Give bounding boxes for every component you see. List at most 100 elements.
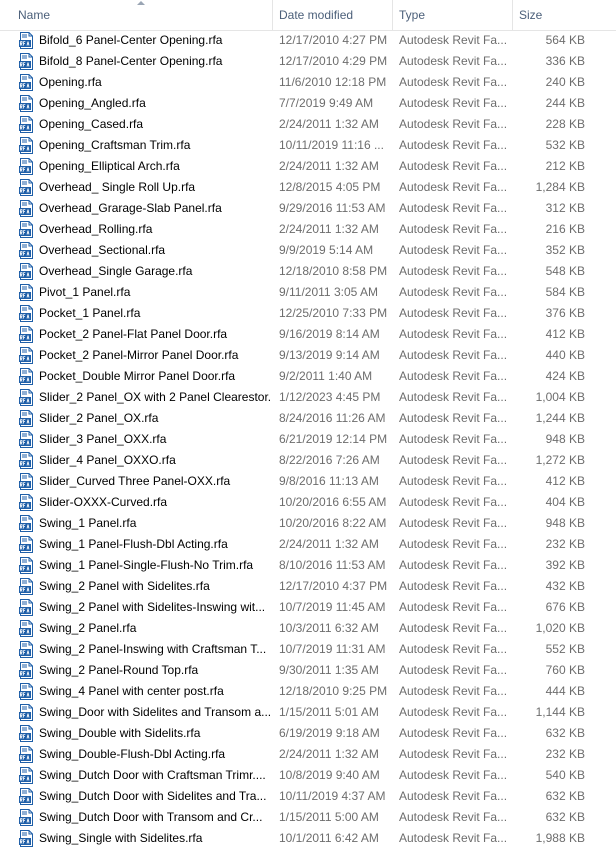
file-type: Autodesk Revit Fa... <box>399 726 508 740</box>
file-size: 948 KB <box>545 432 585 446</box>
file-type: Autodesk Revit Fa... <box>399 831 508 845</box>
file-date-modified: 10/8/2019 9:40 AM <box>279 768 380 782</box>
file-size: 376 KB <box>545 306 585 320</box>
file-name: Pocket_2 Panel-Mirror Panel Door.rfa <box>39 348 239 362</box>
file-size: 540 KB <box>545 768 585 782</box>
file-row[interactable]: Swing_2 Panel-Round Top.rfa 9/30/2011 1:3… <box>0 660 616 681</box>
rfa-file-icon <box>19 641 34 658</box>
file-row[interactable]: Pivot_1 Panel.rfa 9/11/2011 3:05 AM Autode… <box>0 282 616 303</box>
file-name: Pocket_2 Panel-Flat Panel Door.rfa <box>39 327 228 341</box>
file-date-modified: 2/24/2011 1:32 AM <box>279 747 379 761</box>
column-header-size[interactable]: Size <box>513 0 616 30</box>
file-row[interactable]: Overhead_ Single Roll Up.rfa 12/8/2015 4:… <box>0 177 616 198</box>
file-size: 212 KB <box>545 159 585 173</box>
file-name: Pivot_1 Panel.rfa <box>39 285 131 299</box>
file-row[interactable]: Overhead_Grarage-Slab Panel.rfa 9/29/2016… <box>0 198 616 219</box>
file-type: Autodesk Revit Fa... <box>399 117 508 131</box>
file-size: 760 KB <box>545 663 585 677</box>
file-row[interactable]: Swing_Single with Sidelites.rfa 10/1/2011… <box>0 828 616 849</box>
file-type: Autodesk Revit Fa... <box>399 96 508 110</box>
file-row[interactable]: Swing_1 Panel-Single-Flush-No Trim.rfa 8/… <box>0 555 616 576</box>
rfa-file-icon <box>19 473 34 490</box>
rfa-file-icon <box>19 200 34 217</box>
file-row[interactable]: Opening_Elliptical Arch.rfa 2/24/2011 1:3… <box>0 156 616 177</box>
file-row[interactable]: Slider_2 Panel_OX.rfa 8/24/2016 11:26 AM A… <box>0 408 616 429</box>
file-name: Swing_1 Panel.rfa <box>39 516 137 530</box>
file-type: Autodesk Revit Fa... <box>399 159 508 173</box>
file-row[interactable]: Overhead_Single Garage.rfa 12/18/2010 8:5… <box>0 261 616 282</box>
file-type: Autodesk Revit Fa... <box>399 810 508 824</box>
file-name: Slider_2 Panel_OX with 2 Panel Clearesto… <box>39 390 271 404</box>
rfa-file-icon <box>19 263 34 280</box>
file-row[interactable]: Pocket_2 Panel-Flat Panel Door.rfa 9/16/2… <box>0 324 616 345</box>
file-name: Swing_4 Panel with center post.rfa <box>39 684 224 698</box>
file-date-modified: 10/1/2011 6:42 AM <box>279 831 379 845</box>
file-size: 552 KB <box>545 642 585 656</box>
file-row[interactable]: Slider_Curved Three Panel-OXX.rfa 9/8/201… <box>0 471 616 492</box>
file-size: 1,988 KB <box>535 831 585 845</box>
file-row[interactable]: Bifold_6 Panel-Center Opening.rfa 12/17/2… <box>0 30 616 51</box>
file-type: Autodesk Revit Fa... <box>399 537 508 551</box>
file-size: 1,244 KB <box>535 411 585 425</box>
file-date-modified: 9/29/2016 11:53 AM <box>279 201 386 215</box>
file-row[interactable]: Slider_4 Panel_OXXO.rfa 8/22/2016 7:26 AM… <box>0 450 616 471</box>
file-row[interactable]: Swing_2 Panel.rfa 10/3/2011 6:32 AM Autode… <box>0 618 616 639</box>
file-row[interactable]: Swing_2 Panel with Sidelites.rfa 12/17/20… <box>0 576 616 597</box>
file-size: 1,004 KB <box>535 390 585 404</box>
rfa-file-icon <box>19 620 34 637</box>
file-type: Autodesk Revit Fa... <box>399 705 508 719</box>
file-type: Autodesk Revit Fa... <box>399 327 508 341</box>
file-date-modified: 2/24/2011 1:32 AM <box>279 222 379 236</box>
file-row[interactable]: Slider_3 Panel_OXX.rfa 6/21/2019 12:14 PM… <box>0 429 616 450</box>
file-name: Swing_Dutch Door with Sidelites and Tra.… <box>39 789 267 803</box>
file-type: Autodesk Revit Fa... <box>399 558 508 572</box>
file-row[interactable]: Swing_Dutch Door with Craftsman Trimr...… <box>0 765 616 786</box>
file-date-modified: 12/17/2010 4:37 PM <box>279 579 388 593</box>
file-row[interactable]: Pocket_2 Panel-Mirror Panel Door.rfa 9/13… <box>0 345 616 366</box>
file-row[interactable]: Pocket_1 Panel.rfa 12/25/2010 7:33 PM Auto… <box>0 303 616 324</box>
rfa-file-icon <box>19 284 34 301</box>
file-size: 632 KB <box>545 789 585 803</box>
column-header-name[interactable]: Name <box>0 0 273 30</box>
file-row[interactable]: Swing_2 Panel-Inswing with Craftsman T..… <box>0 639 616 660</box>
file-size: 1,272 KB <box>535 453 585 467</box>
file-name: Swing_2 Panel.rfa <box>39 621 137 635</box>
file-row[interactable]: Swing_1 Panel-Flush-Dbl Acting.rfa 2/24/2… <box>0 534 616 555</box>
file-row[interactable]: Swing_4 Panel with center post.rfa 12/18/… <box>0 681 616 702</box>
file-row[interactable]: Swing_Dutch Door with Transom and Cr... 1… <box>0 807 616 828</box>
rfa-file-icon <box>19 410 34 427</box>
file-type: Autodesk Revit Fa... <box>399 348 508 362</box>
file-row[interactable]: Swing_Double with Sidelits.rfa 6/19/2019 … <box>0 723 616 744</box>
file-row[interactable]: Swing_Double-Flush-Dbl Acting.rfa 2/24/20… <box>0 744 616 765</box>
file-size: 432 KB <box>545 579 585 593</box>
file-type: Autodesk Revit Fa... <box>399 600 508 614</box>
file-explorer-list: Name Date modified Type Size Bifold_6 Pa… <box>0 0 616 855</box>
rfa-file-icon <box>19 347 34 364</box>
file-date-modified: 1/12/2023 4:45 PM <box>279 390 381 404</box>
file-row[interactable]: Swing_2 Panel with Sidelites-Inswing wit… <box>0 597 616 618</box>
file-row[interactable]: Pocket_Double Mirror Panel Door.rfa 9/2/2… <box>0 366 616 387</box>
file-row[interactable]: Overhead_Rolling.rfa 2/24/2011 1:32 AM Aut… <box>0 219 616 240</box>
rfa-file-icon <box>19 599 34 616</box>
file-date-modified: 7/7/2019 9:49 AM <box>279 96 374 110</box>
file-row[interactable]: Swing_Dutch Door with Sidelites and Tra.… <box>0 786 616 807</box>
file-date-modified: 12/25/2010 7:33 PM <box>279 306 388 320</box>
file-name: Pocket_1 Panel.rfa <box>39 306 141 320</box>
file-name: Swing_Dutch Door with Craftsman Trimr...… <box>39 768 266 782</box>
column-header-type[interactable]: Type <box>393 0 513 30</box>
file-row[interactable]: Opening.rfa 11/6/2010 12:18 PM Autodesk Re… <box>0 72 616 93</box>
file-date-modified: 1/15/2011 5:01 AM <box>279 705 379 719</box>
file-name: Overhead_Rolling.rfa <box>39 222 153 236</box>
file-type: Autodesk Revit Fa... <box>399 789 508 803</box>
file-type: Autodesk Revit Fa... <box>399 75 508 89</box>
file-row[interactable]: Slider-OXXX-Curved.rfa 10/20/2016 6:55 AM… <box>0 492 616 513</box>
file-row[interactable]: Opening_Craftsman Trim.rfa 10/11/2019 11:… <box>0 135 616 156</box>
file-row[interactable]: Opening_Cased.rfa 2/24/2011 1:32 AM Autode… <box>0 114 616 135</box>
file-row[interactable]: Bifold_8 Panel-Center Opening.rfa 12/17/2… <box>0 51 616 72</box>
file-row[interactable]: Swing_1 Panel.rfa 10/20/2016 8:22 AM Autod… <box>0 513 616 534</box>
file-row[interactable]: Overhead_Sectional.rfa 9/9/2019 5:14 AM Au… <box>0 240 616 261</box>
file-row[interactable]: Slider_2 Panel_OX with 2 Panel Clearesto… <box>0 387 616 408</box>
file-row[interactable]: Opening_Angled.rfa 7/7/2019 9:49 AM Autode… <box>0 93 616 114</box>
column-header-date[interactable]: Date modified <box>273 0 393 30</box>
file-row[interactable]: Swing_Door with Sidelites and Transom a.… <box>0 702 616 723</box>
